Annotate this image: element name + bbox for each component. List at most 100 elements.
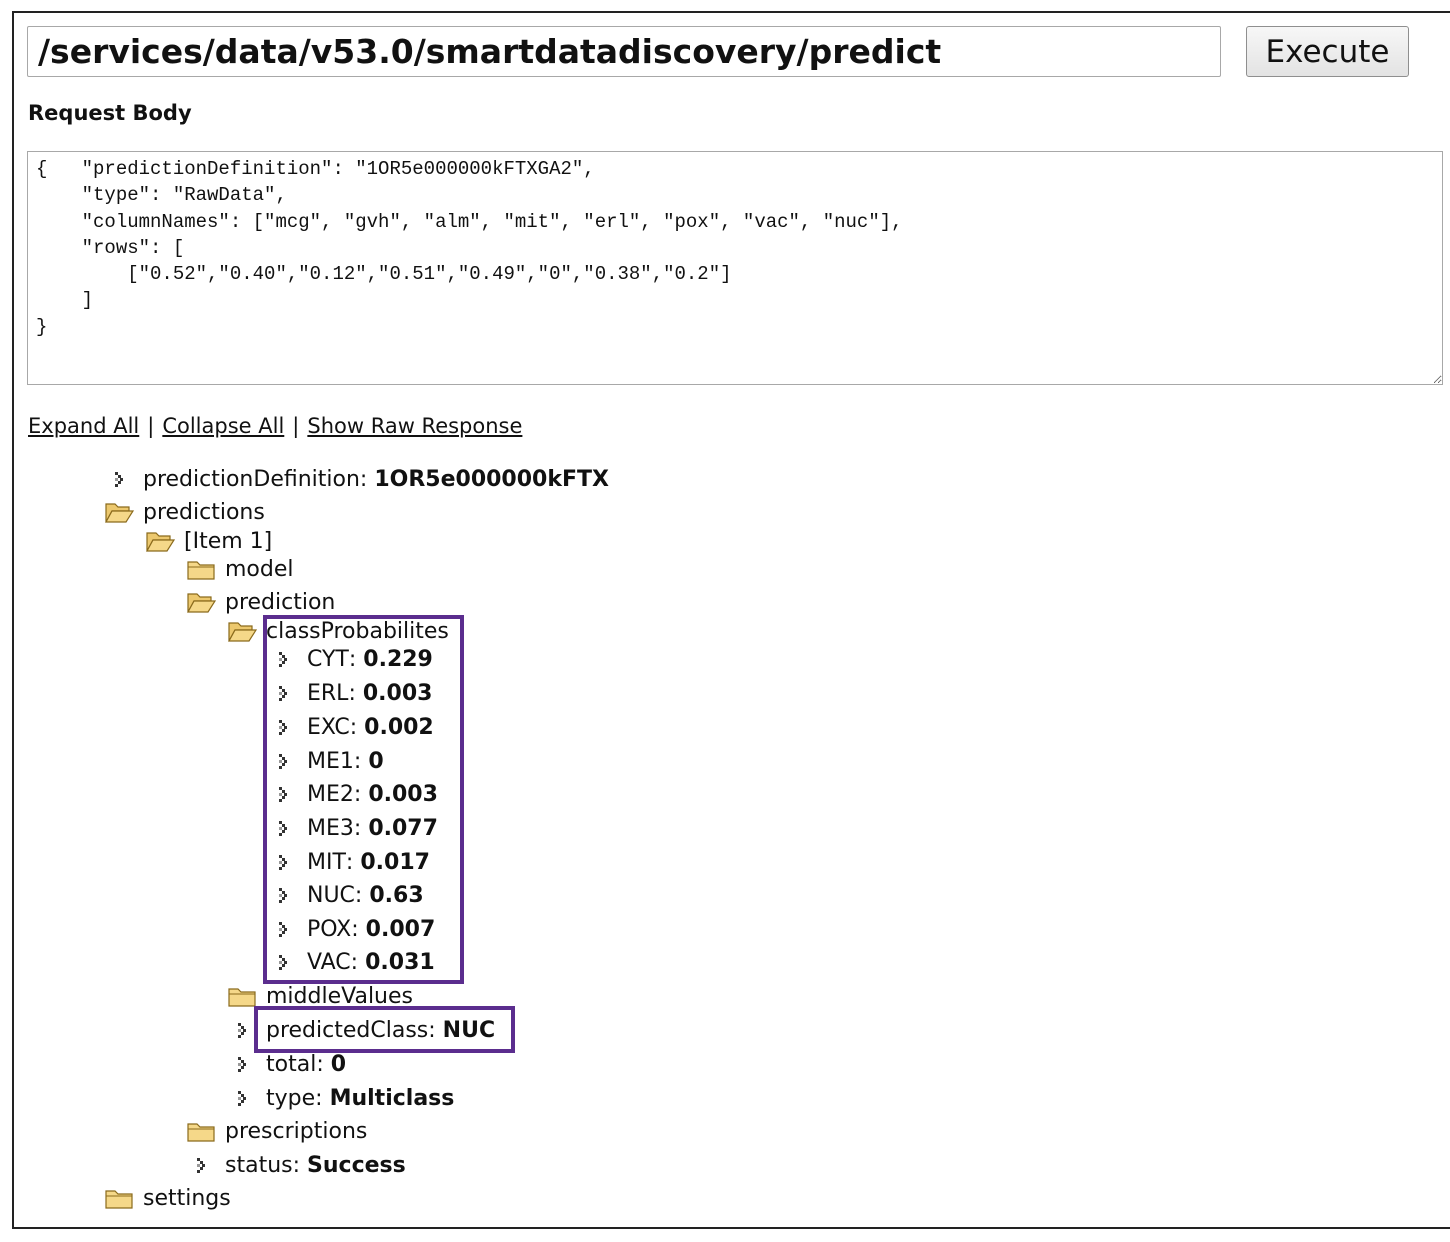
tree-node-key: ME3 xyxy=(307,815,354,841)
tree-node-value: 0.229 xyxy=(363,646,433,672)
tree-node-middlevalues[interactable]: middleValues xyxy=(226,981,413,1011)
tree-node-nuc[interactable]: NUC:0.63 xyxy=(267,880,424,910)
folder-open-icon[interactable] xyxy=(185,589,217,615)
tree-node-me2[interactable]: ME2:0.003 xyxy=(267,779,438,809)
tree-node-key: total xyxy=(266,1051,317,1077)
tree-node-mit[interactable]: MIT:0.017 xyxy=(267,847,430,877)
tree-node-value: Multiclass xyxy=(329,1085,455,1111)
link-separator: | xyxy=(147,414,155,438)
folder-open-icon[interactable] xyxy=(144,528,176,554)
tree-node-value: 0.003 xyxy=(362,680,433,706)
tree-node-classprobabilites[interactable]: classProbabilites xyxy=(226,616,449,646)
tree-node-key: middleValues xyxy=(266,983,413,1009)
expand-all-link[interactable]: Expand All xyxy=(28,414,139,438)
tree-node-colon: : xyxy=(353,781,362,807)
tree-node-key: CYT xyxy=(307,646,349,672)
execute-button[interactable]: Execute xyxy=(1246,26,1409,77)
expand-arrow-icon xyxy=(226,1017,258,1043)
tree-node-key: POX xyxy=(307,916,352,942)
show-raw-response-link[interactable]: Show Raw Response xyxy=(307,414,522,438)
expand-arrow-icon xyxy=(226,1051,258,1077)
request-body-textarea[interactable]: { "predictionDefinition": "1OR5e000000kF… xyxy=(27,151,1443,385)
expand-arrow-icon xyxy=(185,1152,217,1178)
tree-node-colon: : xyxy=(428,1017,436,1043)
tree-node-colon: : xyxy=(353,748,362,774)
tree-node-key: prediction xyxy=(225,589,336,615)
tree-controls: Expand All | Collapse All | Show Raw Respons… xyxy=(28,414,522,438)
tree-node-exc[interactable]: EXC:0.002 xyxy=(267,712,434,742)
tree-node-key: predictionDefinition xyxy=(143,466,360,492)
tree-node-pox[interactable]: POX:0.007 xyxy=(267,914,435,944)
tree-node-predictedclass[interactable]: predictedClass: NUC xyxy=(226,1015,495,1045)
tree-node-key: model xyxy=(225,556,294,582)
tree-node-value: NUC xyxy=(442,1017,496,1043)
tree-node-predictions[interactable]: predictions xyxy=(103,497,265,527)
tree-node-colon: : xyxy=(350,949,359,975)
tree-node-value: 0.63 xyxy=(369,882,424,908)
tree-node-key: classProbabilites xyxy=(266,618,449,644)
tree-node-key: VAC xyxy=(307,949,351,975)
tree-node-prescriptions[interactable]: prescriptions xyxy=(185,1116,367,1146)
folder-icon[interactable] xyxy=(185,556,217,582)
tree-node-key: status xyxy=(225,1152,293,1178)
tree-node-item-1[interactable]: [Item 1] xyxy=(144,526,272,556)
expand-arrow-icon xyxy=(267,949,299,975)
tree-node-colon: : xyxy=(316,1051,324,1077)
tree-node-colon: : xyxy=(292,1152,301,1178)
tree-node-settings[interactable]: settings xyxy=(103,1183,231,1213)
tree-node-colon: : xyxy=(351,916,359,942)
tree-node-key: predictedClass xyxy=(266,1017,429,1043)
tree-node-total[interactable]: total:0 xyxy=(226,1049,346,1079)
tree-node-predictiondefinition[interactable]: predictionDefinition:1OR5e000000kFTX xyxy=(103,464,609,494)
tree-node-cyt[interactable]: CYT:0.229 xyxy=(267,644,433,674)
tree-node-me3[interactable]: ME3:0.077 xyxy=(267,813,438,843)
tree-node-key: ME2 xyxy=(307,781,354,807)
expand-arrow-icon xyxy=(267,680,299,706)
tree-node-key: settings xyxy=(143,1185,231,1211)
tree-node-model[interactable]: model xyxy=(185,554,294,584)
collapse-all-link[interactable]: Collapse All xyxy=(162,414,284,438)
tree-node-key: [Item 1] xyxy=(184,528,273,554)
expand-arrow-icon xyxy=(267,815,299,841)
tree-node-key: predictions xyxy=(143,499,265,525)
tree-node-value: Success xyxy=(307,1152,406,1178)
tree-node-colon: : xyxy=(348,680,356,706)
expand-arrow-icon xyxy=(267,781,299,807)
tree-node-prediction[interactable]: prediction xyxy=(185,587,335,617)
tree-node-colon: : xyxy=(345,849,354,875)
tree-node-colon: : xyxy=(354,882,363,908)
folder-icon[interactable] xyxy=(226,983,258,1009)
tree-node-value: 1OR5e000000kFTX xyxy=(374,466,609,492)
url-input[interactable] xyxy=(27,26,1221,77)
folder-open-icon[interactable] xyxy=(103,499,135,525)
link-separator: | xyxy=(292,414,300,438)
expand-arrow-icon xyxy=(267,882,299,908)
tree-node-vac[interactable]: VAC:0.031 xyxy=(267,947,435,977)
tree-node-colon: : xyxy=(349,714,358,740)
request-body-label: Request Body xyxy=(28,101,192,125)
tree-node-key: MIT xyxy=(307,849,346,875)
expand-arrow-icon xyxy=(267,714,299,740)
folder-open-icon[interactable] xyxy=(226,618,258,644)
tree-node-status[interactable]: status: Success xyxy=(185,1150,406,1180)
expand-arrow-icon xyxy=(267,916,299,942)
tree-node-colon: : xyxy=(359,466,368,492)
tree-node-value: 0 xyxy=(368,748,384,774)
tree-node-key: ME1 xyxy=(307,748,354,774)
tree-node-erl[interactable]: ERL:0.003 xyxy=(267,678,432,708)
tree-node-value: 0.007 xyxy=(365,916,436,942)
tree-node-key: type xyxy=(266,1085,316,1111)
tree-node-key: ERL xyxy=(307,680,349,706)
tree-node-key: prescriptions xyxy=(225,1118,368,1144)
tree-node-key: NUC xyxy=(307,882,355,908)
folder-icon[interactable] xyxy=(185,1118,217,1144)
tree-node-value: 0.017 xyxy=(360,849,430,875)
tree-node-me1[interactable]: ME1:0 xyxy=(267,746,384,776)
expand-arrow-icon xyxy=(267,849,299,875)
tree-node-colon: : xyxy=(315,1085,323,1111)
tree-node-value: 0.002 xyxy=(364,714,434,740)
tree-node-type[interactable]: type: Multiclass xyxy=(226,1083,454,1113)
tree-node-colon: : xyxy=(353,815,362,841)
folder-icon[interactable] xyxy=(103,1185,135,1211)
tree-node-value: 0.077 xyxy=(368,815,438,841)
